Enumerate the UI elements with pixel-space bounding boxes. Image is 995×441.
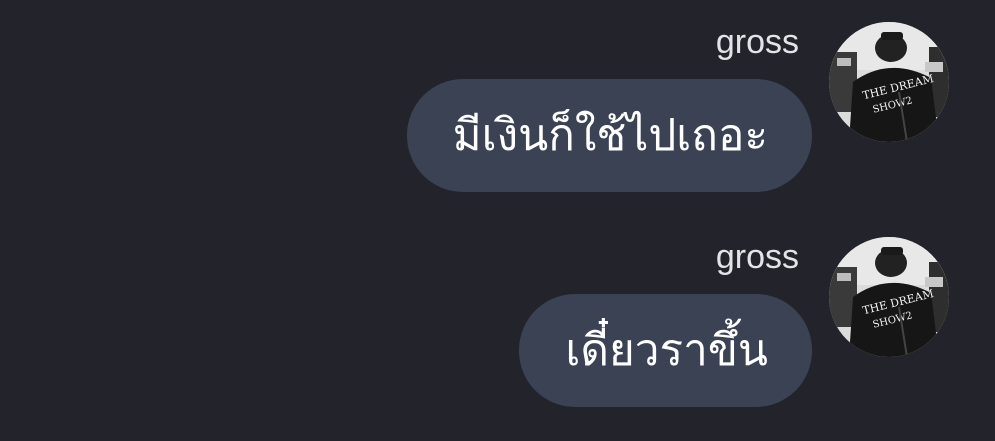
sender-name: gross [715, 238, 799, 276]
user-avatar-icon[interactable]: THE DREAM SHOW2 [829, 237, 949, 357]
avatar-photo-icon: THE DREAM SHOW2 [829, 237, 949, 357]
chat-thread: gross มีเงินก็ใช้ไปเถอะ THE DREAM SHOW2 [0, 0, 995, 441]
message-text: มีเงินก็ใช้ไปเถอะ [452, 109, 768, 161]
message-bubble[interactable]: มีเงินก็ใช้ไปเถอะ [406, 79, 812, 192]
avatar-photo-icon: THE DREAM SHOW2 [829, 22, 949, 142]
message-row: gross เดี๋ยวราขึ้น THE DREAM SHOW2 [0, 215, 995, 415]
message-bubble[interactable]: เดี๋ยวราขึ้น [519, 294, 812, 407]
user-avatar-icon[interactable]: THE DREAM SHOW2 [829, 22, 949, 142]
sender-name: gross [715, 23, 799, 61]
message-text: เดี๋ยวราขึ้น [565, 324, 768, 376]
message-row: gross มีเงินก็ใช้ไปเถอะ THE DREAM SHOW2 [0, 0, 995, 200]
